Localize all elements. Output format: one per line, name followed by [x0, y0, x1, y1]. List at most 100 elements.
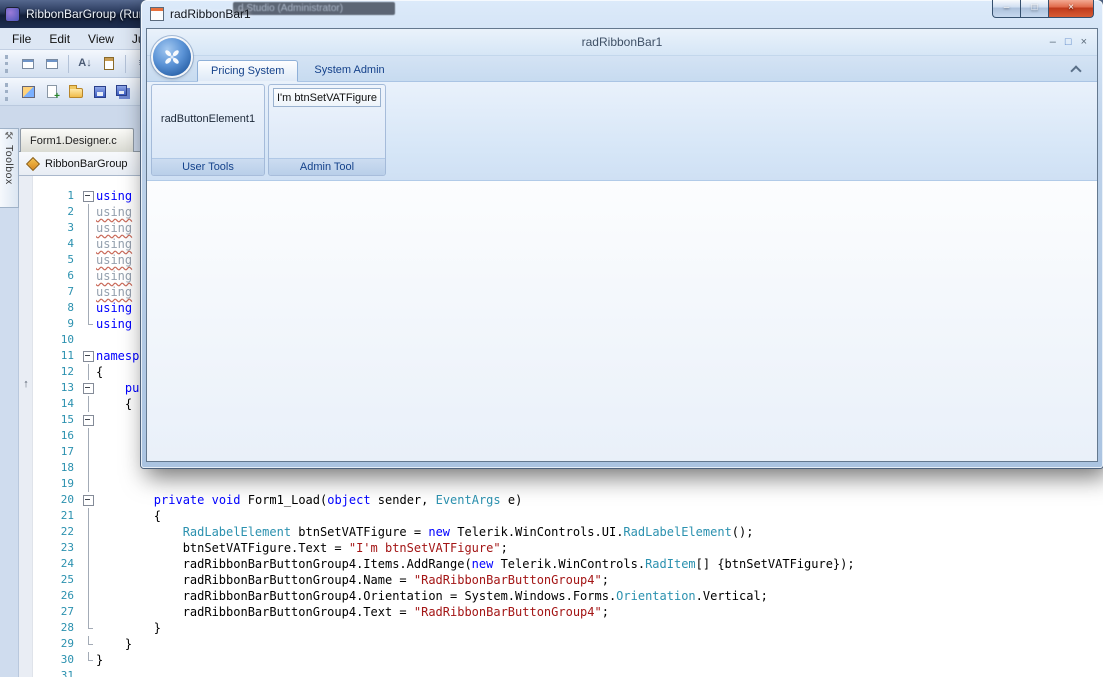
code-line: 24 radRibbonBarButtonGroup4.Items.AddRang…	[19, 556, 1103, 572]
outline-collapse-icon[interactable]	[81, 188, 96, 204]
line-number: 28	[60, 621, 74, 634]
code-line: 25 radRibbonBarButtonGroup4.Name = "RadRi…	[19, 572, 1103, 588]
toolbar-separator	[68, 54, 69, 73]
code-text[interactable]: btnSetVATFigure.Text = "I'm btnSetVATFig…	[96, 540, 508, 556]
new-project-button[interactable]	[17, 81, 39, 103]
window-close-icon: ×	[1068, 2, 1074, 13]
code-text[interactable]: }	[96, 652, 103, 668]
code-text[interactable]: using	[96, 300, 132, 316]
code-text[interactable]: using	[96, 284, 132, 300]
outline-margin	[81, 476, 96, 492]
line-number: 12	[60, 365, 74, 378]
code-text[interactable]: using	[96, 236, 132, 252]
code-text[interactable]: RadLabelElement btnSetVATFigure = new Te…	[96, 524, 754, 540]
code-text[interactable]: radRibbonBarButtonGroup4.Text = "RadRibb…	[96, 604, 609, 620]
code-text[interactable]: using	[96, 220, 132, 236]
code-text[interactable]: using	[96, 268, 132, 284]
ribbon-button-element[interactable]: radButtonElement1	[154, 113, 262, 125]
margin-arrow-icon: ↑	[23, 378, 29, 390]
outline-margin	[81, 460, 96, 476]
collapse-ribbon-chevron-icon[interactable]	[1071, 65, 1081, 73]
line-number: 24	[60, 557, 74, 570]
ribbon-tab-system-admin[interactable]: System Admin	[301, 59, 397, 81]
menu-item-view[interactable]: View	[79, 30, 123, 48]
vs-window-title: RibbonBarGroup (Run	[26, 7, 146, 21]
outline-margin	[81, 588, 96, 604]
code-text[interactable]: using	[96, 252, 132, 268]
window-close-button[interactable]: ×	[1048, 0, 1094, 18]
indicator-cell	[19, 220, 33, 236]
toolbar-grip[interactable]	[5, 54, 10, 73]
save-all-button[interactable]	[113, 81, 135, 103]
ribbon-maximize-button[interactable]: □	[1065, 37, 1072, 48]
window-cascade-button[interactable]	[17, 53, 39, 75]
code-text[interactable]: {	[96, 508, 161, 524]
code-line: 21 {	[19, 508, 1103, 524]
code-text[interactable]: radRibbonBarButtonGroup4.Orientation = S…	[96, 588, 768, 604]
open-file-button[interactable]	[65, 81, 87, 103]
radribbonbar-window[interactable]: radRibbonBar1 d Studio (Administrator) –…	[141, 0, 1103, 468]
ribbon-label-element: I'm btnSetVATFigure	[273, 88, 381, 107]
window-maximize-button[interactable]: □	[1021, 0, 1048, 18]
ribbon-tab-pricing-system[interactable]: Pricing System	[197, 60, 299, 82]
indicator-cell	[19, 444, 33, 460]
outline-margin	[81, 604, 96, 620]
window-tile-button[interactable]	[41, 53, 63, 75]
outline-margin	[81, 332, 96, 348]
outline-collapse-icon[interactable]	[81, 412, 96, 428]
indicator-cell	[19, 268, 33, 284]
indicator-cell	[19, 316, 33, 332]
toolbox-tab[interactable]: ⚒ Toolbox	[0, 128, 19, 208]
code-text[interactable]: }	[96, 620, 161, 636]
save-icon	[94, 85, 106, 98]
line-number: 14	[60, 397, 74, 410]
code-text[interactable]: radRibbonBarButtonGroup4.Name = "RadRibb…	[96, 572, 609, 588]
outline-margin	[81, 204, 96, 220]
line-number: 26	[60, 589, 74, 602]
application-menu-button[interactable]	[153, 38, 191, 76]
code-text[interactable]: private void Form1_Load(object sender, E…	[96, 492, 523, 508]
outline-margin	[81, 284, 96, 300]
save-button[interactable]	[89, 81, 111, 103]
line-number: 5	[67, 253, 74, 266]
vs-title-through-glass: d Studio (Administrator)	[233, 2, 395, 15]
vs-app-icon	[5, 6, 20, 22]
indicator-cell	[19, 636, 33, 652]
sort-az-button[interactable]: A↓	[74, 53, 96, 75]
document-tab-form1-designer[interactable]: Form1.Designer.c	[20, 128, 134, 152]
ribbon-caption-bar: radRibbonBar1 – □ ×	[147, 29, 1097, 56]
indicator-cell	[19, 604, 33, 620]
line-number: 4	[67, 237, 74, 250]
outline-margin	[81, 316, 96, 332]
paste-button[interactable]	[98, 53, 120, 75]
ribbon-close-button[interactable]: ×	[1081, 37, 1087, 48]
line-number: 6	[67, 269, 74, 282]
window-maximize-icon: □	[1031, 2, 1038, 13]
code-text[interactable]: radRibbonBarButtonGroup4.Items.AddRange(…	[96, 556, 855, 572]
code-text[interactable]: }	[96, 636, 132, 652]
outline-collapse-icon[interactable]	[81, 348, 96, 364]
outline-collapse-icon[interactable]	[81, 492, 96, 508]
line-number: 29	[60, 637, 74, 650]
outline-collapse-icon[interactable]	[81, 380, 96, 396]
line-number: 16	[60, 429, 74, 442]
sort-az-icon: A↓	[78, 57, 92, 69]
left-dock-stripe	[0, 208, 19, 677]
code-text[interactable]: using	[96, 188, 132, 204]
window-minimize-button[interactable]: –	[992, 0, 1021, 18]
menu-item-file[interactable]: File	[3, 30, 40, 48]
window-minimize-icon: –	[1003, 2, 1010, 13]
line-number: 22	[60, 525, 74, 538]
ribbon-minimize-button[interactable]: –	[1050, 37, 1056, 48]
code-text[interactable]: using	[96, 204, 132, 220]
code-text[interactable]: {	[96, 396, 132, 412]
indicator-cell	[19, 348, 33, 364]
add-item-button[interactable]	[41, 81, 63, 103]
menu-item-edit[interactable]: Edit	[40, 30, 79, 48]
indicator-cell	[19, 188, 33, 204]
code-text[interactable]: {	[96, 364, 103, 380]
code-text[interactable]: using	[96, 316, 132, 332]
outline-margin	[81, 300, 96, 316]
line-number: 2	[67, 205, 74, 218]
toolbar-grip[interactable]	[5, 82, 10, 101]
